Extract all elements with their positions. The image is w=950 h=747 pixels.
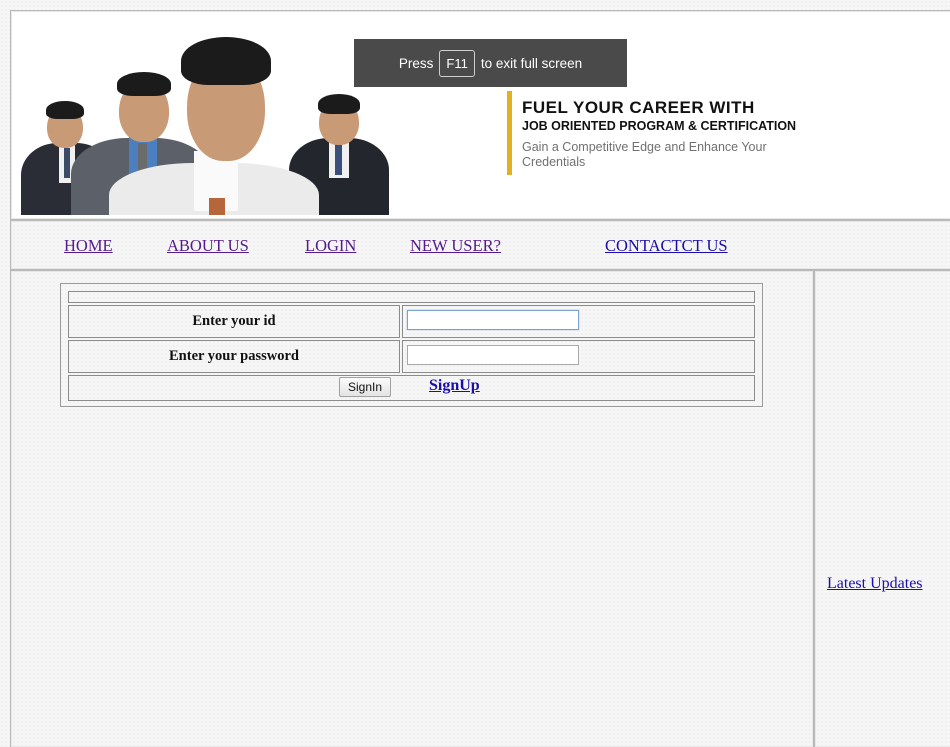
user-id-input[interactable] <box>407 310 579 330</box>
banner-tagline: Gain a Competitive Edge and Enhance Your… <box>522 140 767 169</box>
nav-home-link[interactable]: HOME <box>64 236 113 256</box>
fullscreen-notice-press: Press <box>398 55 434 71</box>
banner-text: FUEL YOUR CAREER WITH JOB ORIENTED PROGR… <box>507 91 796 175</box>
id-label: Enter your id <box>192 313 276 329</box>
id-label-cell: Enter your id <box>68 305 400 338</box>
nav-about-link[interactable]: ABOUT US <box>167 236 249 256</box>
latest-updates-link[interactable]: Latest Updates <box>827 575 923 593</box>
banner-photo <box>19 23 411 215</box>
password-input[interactable] <box>407 345 579 365</box>
login-header-row <box>68 291 755 303</box>
nav-new-user-link[interactable]: NEW USER? <box>410 236 501 256</box>
nav-bar: HOME ABOUT US LOGIN NEW USER? CONTACTCT … <box>10 220 950 270</box>
signup-link[interactable]: SignUp <box>429 377 480 395</box>
banner-headline: FUEL YOUR CAREER WITH <box>522 98 755 117</box>
nav-contact-link[interactable]: CONTACTCT US <box>605 236 728 256</box>
f11-key: F11 <box>439 49 475 77</box>
nav-login-link[interactable]: LOGIN <box>305 236 356 256</box>
password-label-cell: Enter your password <box>68 340 400 373</box>
banner-subheadline: JOB ORIENTED PROGRAM & CERTIFICATION <box>522 119 797 133</box>
fullscreen-notice-message: to exit full screen <box>480 55 583 71</box>
signin-button[interactable]: SignIn <box>339 377 391 397</box>
fullscreen-notice: Press F11 to exit full screen <box>354 39 627 87</box>
login-actions-row <box>68 375 755 401</box>
password-label: Enter your password <box>169 348 299 364</box>
side-panel <box>814 270 950 747</box>
